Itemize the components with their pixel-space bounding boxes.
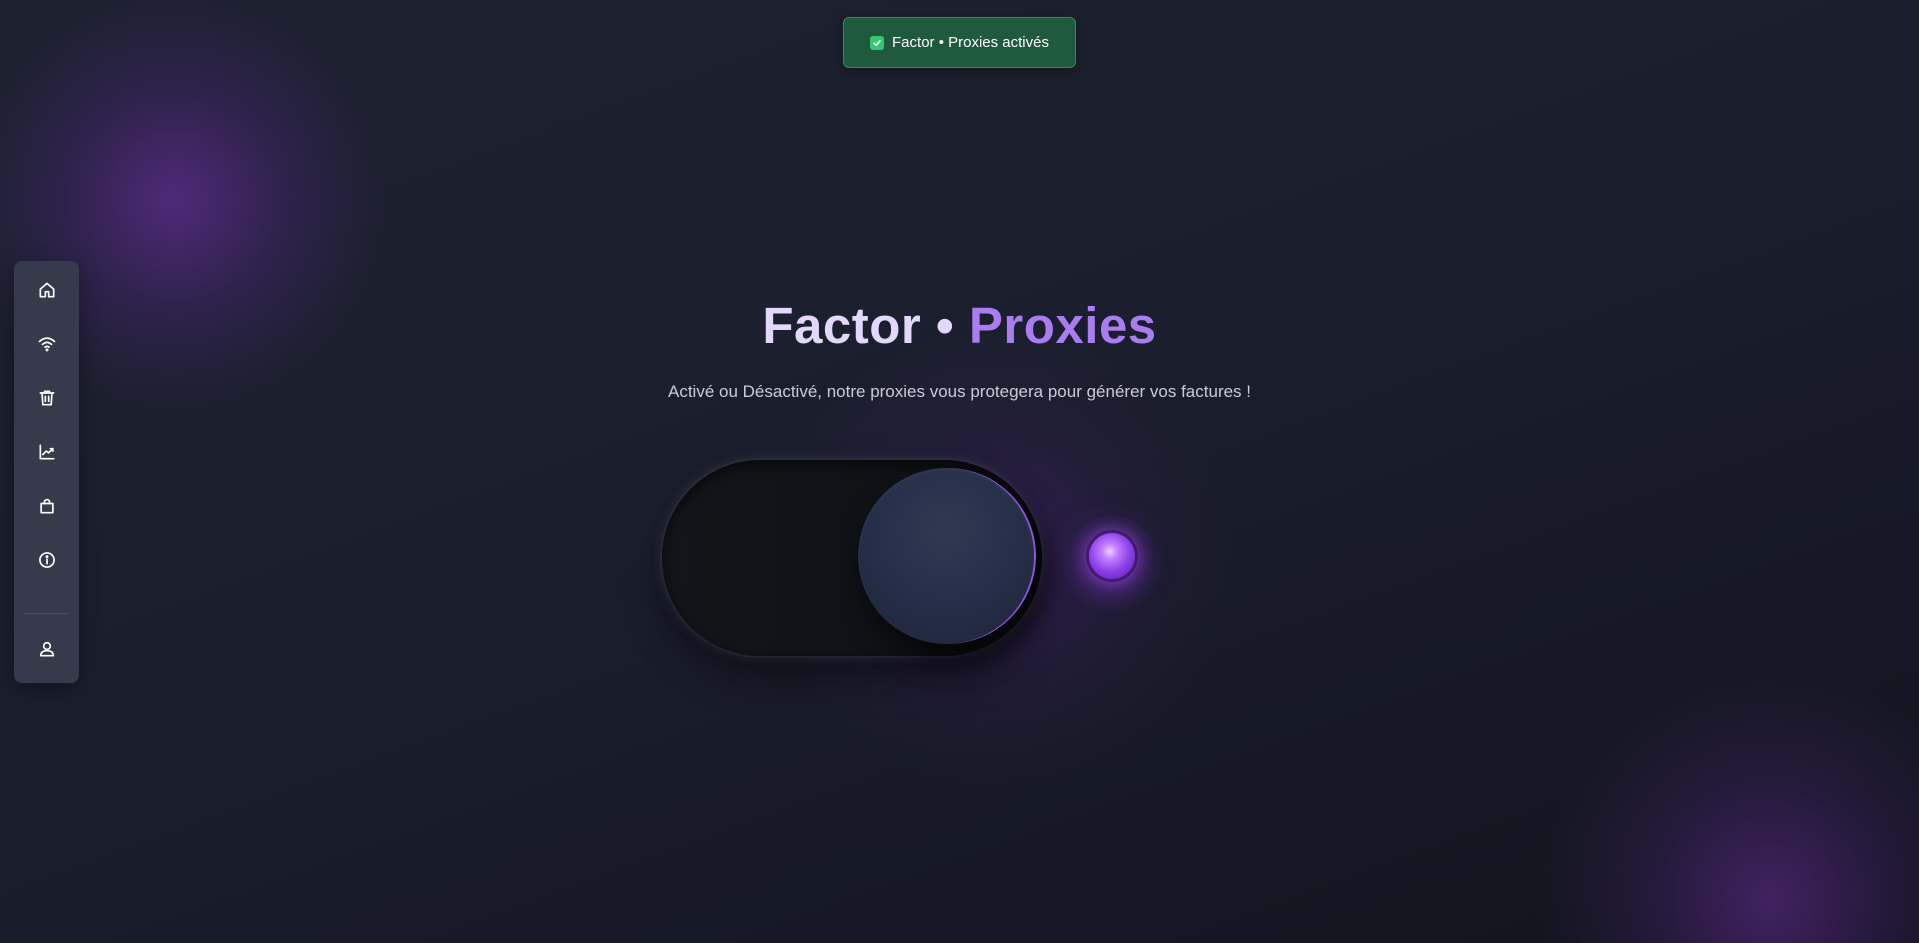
title-brand: Factor • [762,297,969,354]
sidebar-item-stats[interactable] [25,430,68,473]
info-icon [38,551,55,568]
chart-line-icon [39,444,55,459]
shopping-bag-icon [39,498,54,513]
check-icon [870,35,885,50]
user-icon [39,641,54,656]
toggle-knob[interactable] [858,468,1034,644]
toast-message: Factor • Proxies activés [892,34,1049,51]
sidebar-divider [24,613,69,614]
title-accent: Proxies [968,297,1157,354]
sidebar-item-profile[interactable] [25,627,68,670]
page-subtitle: Activé ou Désactivé, notre proxies vous … [667,382,1252,401]
page-title: Factor • Proxies [0,296,1919,355]
notification-toast: Factor • Proxies activés [843,17,1076,68]
sidebar-item-shop[interactable] [25,484,68,527]
status-indicator-light [1089,533,1135,579]
sidebar-item-info[interactable] [25,538,68,581]
